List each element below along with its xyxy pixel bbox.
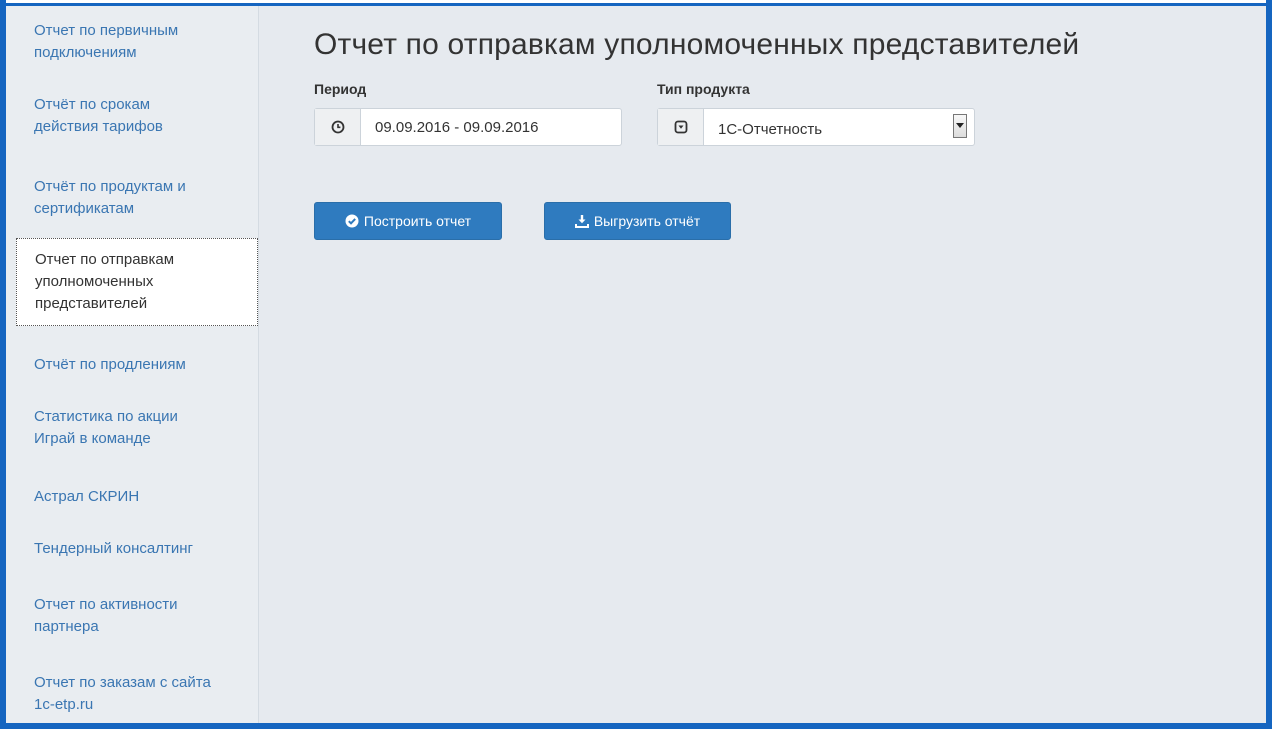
sidebar-item-label: Тендерный консалтинг: [34, 540, 193, 557]
sidebar-item-label: Отчет по отправкам: [35, 251, 175, 268]
export-report-label: Выгрузить отчёт: [593, 213, 701, 229]
sidebar-item-astral-screen[interactable]: Астрал СКРИН: [6, 486, 258, 508]
sidebar: Отчет по первичным подключениям Отчёт по…: [6, 6, 259, 723]
sidebar-item-label: 1c-etp.ru: [34, 696, 94, 713]
sidebar-item-label: уполномоченных: [35, 273, 154, 290]
dropdown-icon: [658, 109, 704, 145]
main-content: Отчет по отправкам уполномоченных предст…: [259, 6, 1266, 723]
period-field[interactable]: 09.09.2016 - 09.09.2016: [314, 108, 622, 146]
check-circle-icon: [345, 214, 359, 228]
clock-icon: [315, 109, 361, 145]
sidebar-item-label: Отчёт по продуктам и: [34, 178, 186, 195]
sidebar-item-label: Отчёт по продлениям: [34, 356, 186, 373]
sidebar-item-label: Статистика по акции: [34, 408, 178, 425]
sidebar-item-label: подключениям: [34, 44, 137, 61]
sidebar-item-promo-stats[interactable]: Статистика по акции Играй в команде: [6, 406, 258, 450]
sidebar-item-label: Отчет по заказам с сайта: [34, 674, 211, 691]
sidebar-item-site-orders[interactable]: Отчет по заказам с сайта 1c-etp.ru: [6, 672, 258, 716]
sidebar-item-primary-connections[interactable]: Отчет по первичным подключениям: [6, 20, 258, 64]
sidebar-item-tariff-terms[interactable]: Отчёт по срокам действия тарифов: [6, 94, 258, 138]
product-type-label: Тип продукта: [657, 81, 750, 97]
sidebar-item-authorized-representatives[interactable]: Отчет по отправкам уполномоченных предст…: [16, 238, 258, 326]
page-title: Отчет по отправкам уполномоченных предст…: [314, 28, 1080, 61]
sidebar-item-label: партнера: [34, 618, 99, 635]
period-label: Период: [314, 81, 367, 97]
top-strip: [6, 0, 1266, 3]
sidebar-item-renewals[interactable]: Отчёт по продлениям: [6, 354, 258, 376]
sidebar-item-label: Отчет по активности: [34, 596, 178, 613]
chevron-down-icon[interactable]: [953, 114, 967, 138]
export-report-button[interactable]: Выгрузить отчёт: [544, 202, 731, 240]
sidebar-item-label: Отчет по первичным: [34, 22, 179, 39]
sidebar-item-partner-activity[interactable]: Отчет по активности партнера: [6, 594, 258, 638]
period-value: 09.09.2016 - 09.09.2016: [375, 118, 539, 136]
sidebar-item-label: действия тарифов: [34, 118, 163, 135]
sidebar-item-label: Отчёт по срокам: [34, 96, 151, 113]
product-type-value: 1С-Отчетность: [718, 120, 823, 138]
sidebar-item-label: Астрал СКРИН: [34, 488, 140, 505]
sidebar-item-label: представителей: [35, 295, 148, 312]
build-report-label: Построить отчет: [363, 213, 472, 229]
build-report-button[interactable]: Построить отчет: [314, 202, 502, 240]
sidebar-item-tender-consulting[interactable]: Тендерный консалтинг: [6, 538, 258, 560]
sidebar-item-label: сертификатам: [34, 200, 135, 217]
product-type-select[interactable]: 1С-Отчетность: [657, 108, 975, 146]
sidebar-item-label: Играй в команде: [34, 430, 151, 447]
download-icon: [574, 214, 589, 228]
sidebar-item-products-certificates[interactable]: Отчёт по продуктам и сертификатам: [6, 176, 258, 220]
